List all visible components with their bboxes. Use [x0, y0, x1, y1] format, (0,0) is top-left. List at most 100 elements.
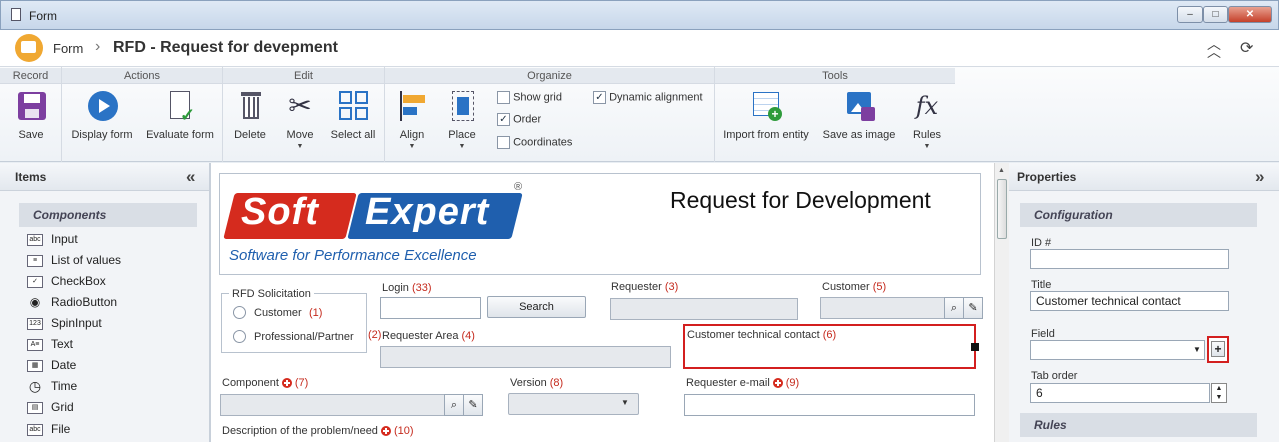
id-input[interactable] — [1030, 249, 1229, 269]
title-input[interactable]: Customer technical contact — [1030, 291, 1229, 311]
component-checkbox[interactable]: ✓ CheckBox — [27, 271, 106, 292]
tab-order-stepper-icon[interactable]: ▲ ▼ — [1211, 383, 1227, 403]
close-button[interactable]: ✕ — [1228, 6, 1272, 23]
ribbon-toolbar: Record Save Actions Display form ✓ Evalu… — [0, 67, 1279, 162]
rules-dropdown-icon[interactable]: ▼ — [907, 143, 947, 150]
properties-panel-header: Properties — [1009, 163, 1279, 191]
requester-email-input[interactable] — [684, 394, 975, 416]
move-button[interactable]: ✂ Move ▼ — [279, 89, 321, 150]
component-list-of-values[interactable]: ≡ List of values — [27, 250, 121, 271]
select-all-icon — [337, 89, 369, 123]
component-input[interactable]: abc Input — [27, 229, 78, 250]
scroll-up-icon[interactable]: ▲ — [998, 167, 1005, 174]
dynamic-alignment-checkbox[interactable]: ✓ — [593, 91, 606, 104]
maximize-button[interactable]: □ — [1203, 6, 1228, 23]
place-button[interactable]: Place ▼ — [443, 89, 481, 150]
form-app-icon — [15, 34, 43, 62]
tab-order-label: Tab order — [1031, 370, 1078, 382]
minimize-button[interactable]: ‒ — [1177, 6, 1203, 23]
order-option[interactable]: ✓ Order — [497, 113, 541, 126]
breadcrumb-root[interactable]: Form — [53, 41, 83, 56]
list-icon: ≡ — [27, 254, 43, 267]
requester-area-input[interactable] — [380, 346, 671, 368]
coordinates-option[interactable]: Coordinates — [497, 136, 572, 149]
group-organize: Organize Align ▼ Place ▼ Show grid ✓ Ord… — [385, 67, 715, 162]
rules-section-header[interactable]: Rules — [1020, 413, 1257, 437]
coordinates-checkbox[interactable] — [497, 136, 510, 149]
evaluate-form-button[interactable]: ✓ Evaluate form — [142, 89, 218, 141]
move-dropdown-icon[interactable]: ▼ — [279, 143, 321, 150]
radio-partner[interactable] — [233, 330, 246, 343]
display-form-button[interactable]: Display form — [66, 89, 138, 141]
version-label: Version (8) — [510, 377, 564, 389]
dynamic-alignment-option[interactable]: ✓ Dynamic alignment — [593, 91, 703, 104]
customer-input[interactable] — [820, 297, 945, 319]
requester-area-label: Requester Area (4) — [382, 330, 475, 342]
customer-technical-contact-label: Customer technical contact (6) — [687, 329, 837, 341]
version-select[interactable] — [508, 393, 639, 415]
save-as-image-button[interactable]: Save as image — [819, 89, 899, 141]
component-date[interactable]: ▦ Date — [27, 355, 76, 376]
refresh-icon[interactable]: ⟳ — [1240, 38, 1253, 58]
page-title: RFD - Request for devepment — [113, 39, 338, 56]
resize-handle[interactable] — [971, 343, 979, 351]
component-clear-icon[interactable]: ✎ — [463, 394, 483, 416]
calendar-icon: ▦ — [27, 359, 43, 372]
field-dropdown-icon[interactable]: ▼ — [1193, 345, 1201, 354]
add-field-button[interactable]: + — [1207, 336, 1229, 363]
rules-button[interactable]: fx Rules ▼ — [907, 89, 947, 150]
component-search-icon[interactable]: ⌕ — [444, 394, 464, 416]
component-file[interactable]: abc File — [27, 419, 70, 440]
group-edit-title: Edit — [223, 68, 384, 84]
component-grid[interactable]: ▤ Grid — [27, 397, 74, 418]
dynamic-alignment-label: Dynamic alignment — [609, 91, 703, 104]
select-all-button[interactable]: Select all — [327, 89, 379, 141]
component-radiobutton[interactable]: ◉ RadioButton — [27, 292, 117, 313]
scroll-thumb[interactable] — [997, 179, 1007, 239]
radio-partner-label: Professional/Partner — [254, 331, 354, 343]
window-titlebar: Form ‒ □ ✕ — [0, 0, 1279, 30]
description-label: Description of the problem/need (10) — [222, 425, 414, 437]
import-from-entity-label: Import from entity — [723, 129, 809, 141]
move-label: Move — [286, 129, 314, 141]
save-button[interactable]: Save — [5, 89, 57, 141]
field-select[interactable] — [1030, 340, 1205, 360]
configuration-section-header[interactable]: Configuration — [1020, 203, 1257, 227]
components-section-header[interactable]: Components — [19, 203, 197, 227]
login-input[interactable] — [380, 297, 481, 319]
align-label: Align — [399, 129, 425, 141]
import-from-entity-button[interactable]: + Import from entity — [721, 89, 811, 141]
place-dropdown-icon[interactable]: ▼ — [443, 143, 481, 150]
show-grid-label: Show grid — [513, 91, 562, 104]
align-dropdown-icon[interactable]: ▼ — [393, 143, 431, 150]
version-dropdown-icon[interactable]: ▼ — [621, 398, 629, 407]
id-label: ID # — [1031, 237, 1052, 249]
logo-soft-text: Soft — [241, 191, 319, 233]
component-input[interactable] — [220, 394, 445, 416]
customer-clear-icon[interactable]: ✎ — [963, 297, 983, 319]
tab-order-input[interactable]: 6 — [1030, 383, 1210, 403]
import-entity-icon: + — [750, 89, 782, 123]
component-time[interactable]: ◷ Time — [27, 376, 77, 397]
align-button[interactable]: Align ▼ — [393, 89, 431, 150]
search-button[interactable]: Search — [487, 296, 586, 318]
customer-search-icon[interactable]: ⌕ — [944, 297, 964, 319]
component-text[interactable]: A≡ Text — [27, 334, 73, 355]
place-icon — [446, 89, 478, 123]
order-checkbox[interactable]: ✓ — [497, 113, 510, 126]
rfd-solicitation-legend: RFD Solicitation — [229, 288, 314, 300]
requester-input[interactable] — [610, 298, 798, 320]
delete-button[interactable]: Delete — [229, 89, 271, 141]
component-spininput[interactable]: 123 SpinInput — [27, 313, 102, 334]
expand-properties-icon[interactable]: » — [1255, 167, 1264, 187]
radio-customer[interactable] — [233, 306, 246, 319]
canvas-scrollbar[interactable]: ▲ — [994, 163, 1009, 442]
items-panel-title: Items — [15, 170, 47, 184]
requester-label: Requester (3) — [611, 281, 679, 293]
collapse-header-icon[interactable]: ︿ ︿ — [1207, 37, 1221, 59]
customer-label: Customer (5) — [822, 281, 887, 293]
collapse-items-icon[interactable]: « — [186, 167, 195, 187]
show-grid-option[interactable]: Show grid — [497, 91, 562, 104]
plus-icon: + — [1211, 341, 1225, 357]
show-grid-checkbox[interactable] — [497, 91, 510, 104]
